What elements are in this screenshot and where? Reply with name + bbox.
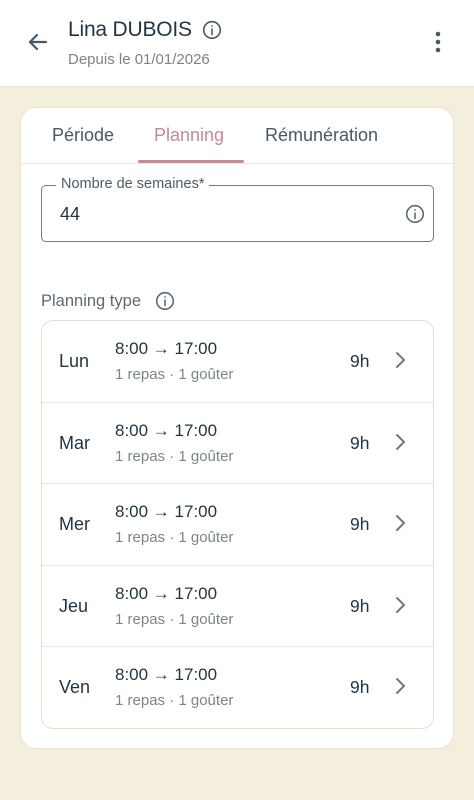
chevron-right-icon xyxy=(394,596,406,614)
day-label: Mer xyxy=(59,514,90,535)
planning-row-jeu[interactable]: Jeu 8:00 → 17:00 1 repas · 1 goûter 9h xyxy=(42,566,433,648)
planning-info-button[interactable] xyxy=(155,291,175,311)
info-icon xyxy=(405,204,425,224)
active-tab-indicator xyxy=(138,160,244,163)
weeks-info-button[interactable] xyxy=(405,204,425,224)
planning-row-ven[interactable]: Ven 8:00 → 17:00 1 repas · 1 goûter 9h xyxy=(42,647,433,728)
weeks-field-label: Nombre de semaines* xyxy=(56,176,210,192)
time-range: 8:00 → 17:00 xyxy=(115,665,218,685)
more-vertical-icon xyxy=(435,31,441,53)
info-button[interactable] xyxy=(202,20,222,40)
chevron-right-icon xyxy=(394,677,406,695)
day-label: Lun xyxy=(59,351,90,371)
chevron-right-icon xyxy=(394,514,406,532)
day-label: Ven xyxy=(59,677,91,698)
meals-info: 1 repas · 1 goûter xyxy=(115,447,234,465)
more-menu-button[interactable] xyxy=(426,28,450,56)
header-title-block: Lina DUBOIS Depuis le 01/01/2026 xyxy=(68,18,222,68)
hours-total: 9h xyxy=(350,514,370,535)
tab-planning[interactable]: Planning xyxy=(154,125,224,146)
hours-total: 9h xyxy=(350,595,370,616)
page-subtitle: Depuis le 01/01/2026 xyxy=(68,51,210,68)
info-icon xyxy=(155,291,175,311)
time-range: 8:00 → 17:00 xyxy=(115,420,218,440)
tab-periode[interactable]: Période xyxy=(52,125,114,146)
hours-total: 9h xyxy=(350,677,370,698)
planning-row-mer[interactable]: Mer 8:00 → 17:00 1 repas · 1 goûter 9h xyxy=(42,484,433,566)
time-range: 8:00 → 17:00 xyxy=(115,583,218,603)
planning-title-text: Planning type xyxy=(41,291,141,310)
time-range: 8:00 → 17:00 xyxy=(115,502,218,522)
weeks-field: Nombre de semaines* xyxy=(41,176,434,242)
meals-info: 1 repas · 1 goûter xyxy=(115,366,234,383)
hours-total: 9h xyxy=(350,351,370,371)
planning-list: Lun 8:00 → 17:00 1 repas · 1 goûter 9h M… xyxy=(41,320,434,729)
meals-info: 1 repas · 1 goûter xyxy=(115,529,234,547)
meals-info: 1 repas · 1 goûter xyxy=(115,610,234,628)
day-label: Mar xyxy=(59,432,90,453)
tab-remuneration[interactable]: Rémunération xyxy=(265,125,378,146)
page-title: Lina DUBOIS xyxy=(68,18,192,41)
hours-total: 9h xyxy=(350,432,370,453)
planning-row-lun[interactable]: Lun 8:00 → 17:00 1 repas · 1 goûter 9h xyxy=(42,321,433,403)
tab-bar: Période Planning Rémunération xyxy=(21,108,453,164)
planning-row-mar[interactable]: Mar 8:00 → 17:00 1 repas · 1 goûter 9h xyxy=(42,403,433,485)
planning-section-title: Planning type xyxy=(41,291,175,311)
meals-info: 1 repas · 1 goûter xyxy=(115,692,234,710)
arrow-left-icon xyxy=(28,33,48,51)
time-range: 8:00 → 17:00 xyxy=(115,339,218,358)
day-label: Jeu xyxy=(59,595,89,616)
app-header: Lina DUBOIS Depuis le 01/01/2026 xyxy=(0,0,474,87)
chevron-right-icon xyxy=(394,351,406,369)
chevron-right-icon xyxy=(394,433,406,451)
weeks-input[interactable] xyxy=(60,202,380,226)
back-button[interactable] xyxy=(20,26,56,58)
contract-card: Période Planning Rémunération Nombre de … xyxy=(20,107,454,749)
info-icon xyxy=(202,20,221,40)
